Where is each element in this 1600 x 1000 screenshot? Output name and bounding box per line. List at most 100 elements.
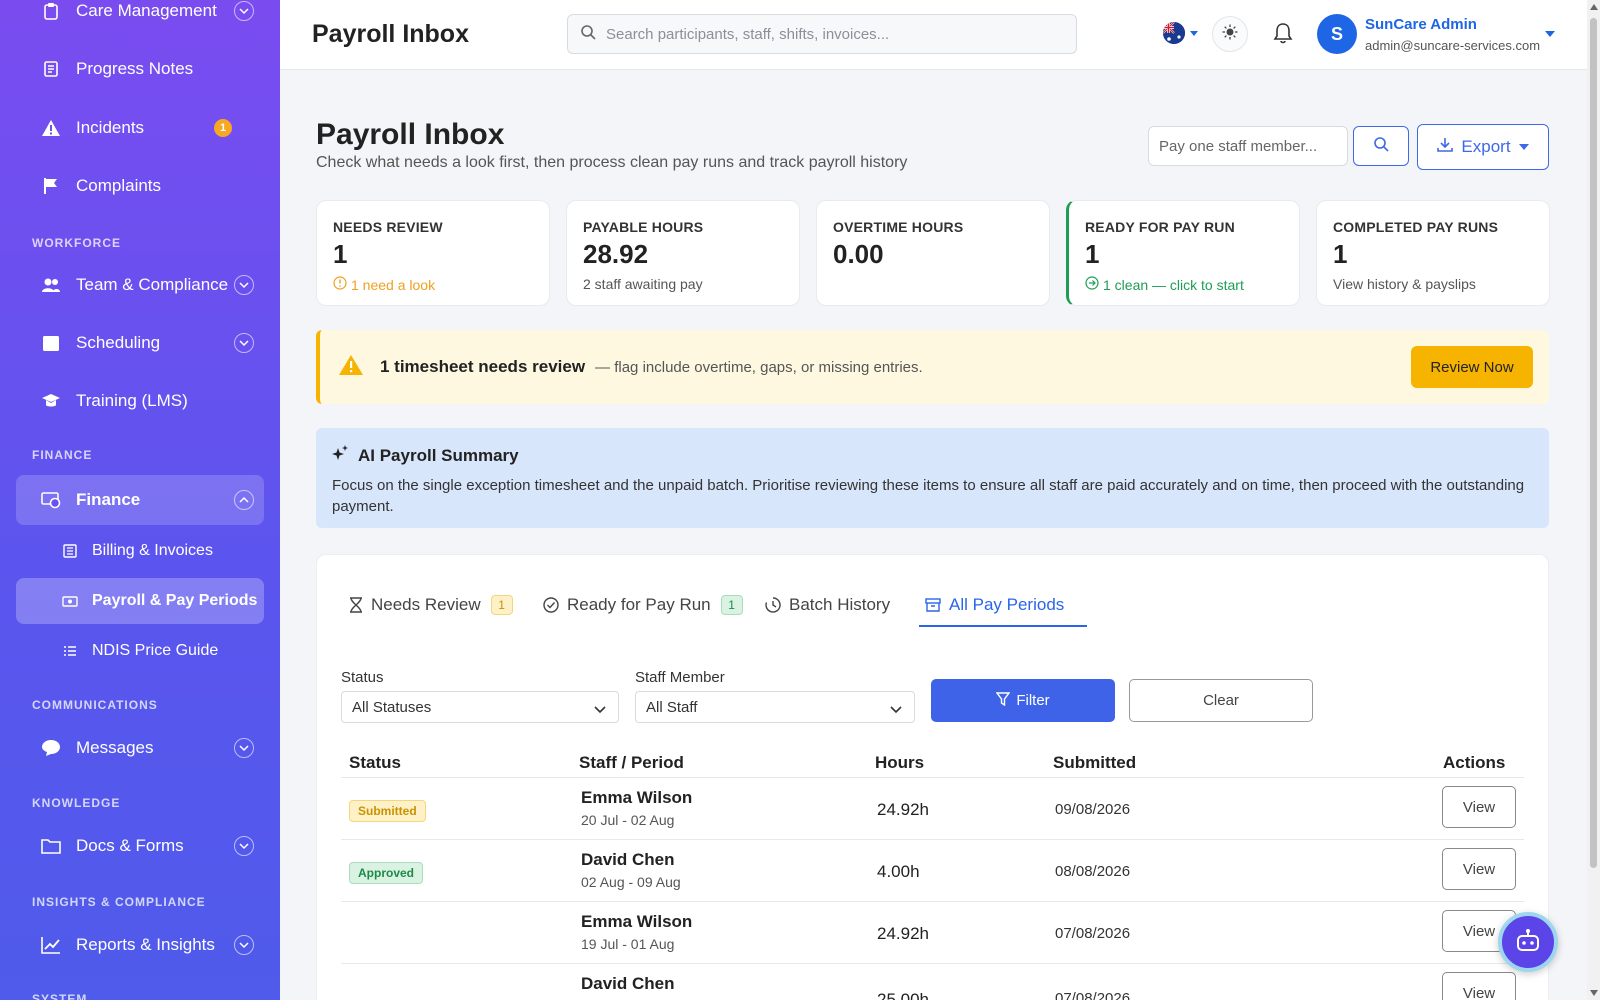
sidebar-item-label: Training (LMS) [76, 391, 188, 410]
arrow-circle-right-icon [1085, 276, 1099, 293]
chevron-down-icon[interactable] [234, 738, 254, 758]
bell-icon[interactable] [1272, 22, 1294, 51]
caret-down-icon [1518, 144, 1529, 150]
section-label-system: SYSTEM [32, 992, 88, 1000]
view-button[interactable]: View [1442, 786, 1516, 828]
sidebar-item-label: Payroll & Pay Periods [92, 592, 258, 609]
calendar-icon [40, 332, 62, 354]
chevron-down-icon [594, 701, 606, 718]
tab-label: Needs Review [371, 595, 481, 614]
stat-payable-hours[interactable]: PAYABLE HOURS 28.92 2 staff awaiting pay [566, 200, 800, 306]
sidebar-item-scheduling[interactable]: Scheduling [16, 318, 264, 368]
export-button[interactable]: Export [1417, 124, 1549, 170]
main-content: Payroll Inbox Check what needs a look fi… [280, 70, 1587, 1000]
pay-period: 02 Aug - 09 Aug [581, 874, 681, 890]
scrollbar-thumb[interactable] [1590, 18, 1597, 868]
staff-name: David Chen [581, 850, 675, 869]
stat-completed-pay-runs[interactable]: COMPLETED PAY RUNS 1 View history & pays… [1316, 200, 1550, 306]
sidebar-item-billing[interactable]: Billing & Invoices [16, 528, 264, 574]
sidebar-item-label: Team & Compliance [76, 275, 229, 294]
page-title: Payroll Inbox [316, 118, 505, 151]
review-alert: 1 timesheet needs review — flag include … [316, 330, 1549, 404]
view-button[interactable]: View [1442, 848, 1516, 890]
global-search-input[interactable]: Search participants, staff, shifts, invo… [567, 14, 1077, 54]
chevron-down-icon[interactable] [234, 1, 254, 21]
status-select[interactable]: All Statuses [341, 691, 619, 723]
australia-flag-icon[interactable] [1163, 22, 1185, 44]
user-name[interactable]: SunCare Admin [1365, 16, 1477, 33]
sidebar-item-ndis[interactable]: NDIS Price Guide [16, 628, 264, 674]
invoice-icon [62, 543, 78, 559]
pay-one-staff-input[interactable]: Pay one staff member... [1148, 126, 1348, 166]
sidebar-item-reports-insights[interactable]: Reports & Insights [16, 920, 264, 970]
info-circle-icon [333, 276, 347, 293]
section-label-communications: COMMUNICATIONS [32, 698, 158, 712]
sidebar-item-payroll[interactable]: Payroll & Pay Periods [16, 578, 264, 624]
column-header-submitted: Submitted [1053, 753, 1137, 772]
pay-period: 20 Jul - 02 Aug [581, 812, 675, 828]
filter-button-label: Filter [1016, 692, 1050, 709]
scroll-down-icon[interactable] [1590, 990, 1598, 996]
funnel-icon [995, 691, 1011, 710]
users-icon [40, 274, 62, 296]
section-label-knowledge: KNOWLEDGE [32, 796, 121, 810]
hours-value: 24.92h [877, 800, 929, 819]
chevron-down-icon[interactable] [234, 935, 254, 955]
sidebar-item-progress-notes[interactable]: Progress Notes [16, 44, 264, 94]
tab-count-badge: 1 [720, 595, 743, 615]
sidebar-item-team-compliance[interactable]: Team & Compliance [16, 260, 264, 310]
column-header-actions: Actions [1443, 753, 1506, 772]
stat-value: 1 [1333, 239, 1348, 269]
sidebar-item-label: Incidents [76, 118, 145, 137]
sidebar-item-complaints[interactable]: Complaints [16, 161, 264, 211]
export-label: Export [1461, 137, 1511, 156]
sidebar-item-docs-forms[interactable]: Docs & Forms [16, 821, 264, 871]
clear-button[interactable]: Clear [1129, 679, 1313, 722]
tab-all-pay-periods[interactable]: All Pay Periods [925, 587, 1064, 623]
sidebar-item-finance[interactable]: Finance [16, 475, 264, 525]
pay-one-search-button[interactable] [1353, 126, 1409, 166]
staff-name: Emma Wilson [581, 912, 693, 931]
hourglass-icon [349, 597, 363, 613]
stat-label: PAYABLE HOURS [583, 219, 704, 235]
sidebar-item-messages[interactable]: Messages [16, 723, 264, 773]
scroll-up-icon[interactable] [1590, 4, 1598, 10]
sidebar-item-label: Reports & Insights [76, 935, 215, 954]
staff-select[interactable]: All Staff [635, 691, 915, 723]
chevron-down-icon[interactable] [234, 333, 254, 353]
stat-needs-review[interactable]: NEEDS REVIEW 1 1 need a look [316, 200, 550, 306]
stat-label: NEEDS REVIEW [333, 219, 443, 235]
table-row: Submitted Emma Wilson 20 Jul - 02 Aug 24… [341, 777, 1524, 839]
sidebar-item-label: Billing & Invoices [92, 542, 213, 559]
tab-batch-history[interactable]: Batch History [765, 587, 890, 623]
alert-title: 1 timesheet needs review [380, 357, 586, 376]
sidebar-item-training[interactable]: Training (LMS) [16, 376, 264, 426]
theme-toggle-button[interactable] [1212, 16, 1248, 52]
avatar[interactable]: S [1317, 14, 1357, 54]
stat-note: 1 need a look [333, 276, 533, 293]
view-button[interactable]: View [1442, 972, 1516, 1000]
staff-select-value: All Staff [646, 698, 698, 716]
tab-needs-review[interactable]: Needs Review 1 [349, 587, 513, 623]
page-subtitle: Check what needs a look first, then proc… [316, 154, 908, 171]
filter-button[interactable]: Filter [931, 679, 1115, 722]
sidebar-item-label: Care Management [76, 1, 217, 20]
stat-label: READY FOR PAY RUN [1085, 219, 1235, 235]
search-icon [580, 24, 596, 45]
sidebar-item-care-management[interactable]: Care Management [16, 0, 264, 36]
review-now-button[interactable]: Review Now [1411, 346, 1533, 388]
chevron-down-icon[interactable] [234, 836, 254, 856]
staff-filter-label: Staff Member [635, 669, 725, 686]
language-caret-icon[interactable] [1190, 31, 1198, 36]
tab-ready-for-pay-run[interactable]: Ready for Pay Run 1 [543, 587, 743, 623]
page-scrollbar[interactable] [1587, 0, 1600, 1000]
user-menu-caret-icon[interactable] [1545, 31, 1555, 37]
sidebar-item-incidents[interactable]: Incidents 1 [16, 103, 264, 153]
chevron-down-icon[interactable] [234, 275, 254, 295]
sidebar-item-label: Finance [76, 490, 141, 509]
chevron-up-icon[interactable] [234, 490, 254, 510]
hours-value: 25.00h [877, 990, 929, 1000]
ai-assistant-button[interactable] [1498, 912, 1558, 972]
stat-overtime-hours[interactable]: OVERTIME HOURS 0.00 [816, 200, 1050, 306]
stat-ready-for-pay-run[interactable]: READY FOR PAY RUN 1 1 clean — click to s… [1066, 200, 1300, 306]
